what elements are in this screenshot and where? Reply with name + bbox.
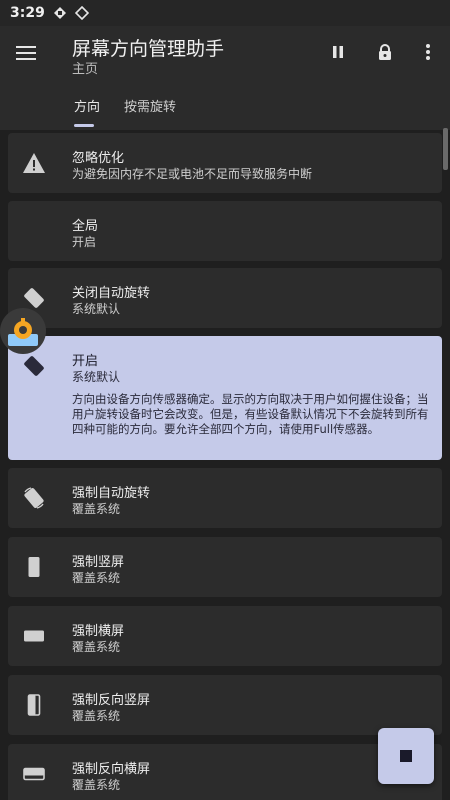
app-notification-icon bbox=[53, 6, 67, 20]
reverse-landscape-icon bbox=[20, 760, 48, 788]
app-bar: 屏幕方向管理助手 主页 方向 按需旋转 bbox=[0, 26, 450, 130]
item-title: 强制竖屏 bbox=[72, 555, 125, 570]
item-subtitle: 开启 bbox=[72, 235, 97, 249]
status-time: 3:29 bbox=[10, 5, 45, 21]
list-item-force-reverse-portrait[interactable]: 强制反向竖屏 覆盖系统 bbox=[8, 675, 442, 735]
item-subtitle: 覆盖系统 bbox=[72, 709, 121, 723]
item-subtitle: 系统默认 bbox=[72, 302, 121, 316]
stop-icon bbox=[400, 750, 412, 762]
list-item-force-portrait[interactable]: 强制竖屏 覆盖系统 bbox=[8, 537, 442, 597]
item-subtitle: 覆盖系统 bbox=[72, 502, 121, 516]
status-bar: 3:29 bbox=[0, 0, 450, 26]
list-item-force-reverse-landscape[interactable]: 强制反向横屏 覆盖系统 bbox=[8, 744, 442, 800]
landscape-icon bbox=[20, 622, 48, 650]
item-title: 关闭自动旋转 bbox=[72, 286, 151, 301]
item-title: 忽略优化 bbox=[72, 151, 125, 166]
list-item-force-auto-rotate[interactable]: 强制自动旋转 覆盖系统 bbox=[8, 468, 442, 528]
reverse-portrait-icon bbox=[20, 691, 48, 719]
item-subtitle: 覆盖系统 bbox=[72, 640, 121, 654]
item-title: 强制横屏 bbox=[72, 624, 125, 639]
list-item-rotate-off[interactable]: 关闭自动旋转 系统默认 bbox=[8, 268, 442, 328]
item-subtitle: 系统默认 bbox=[72, 370, 121, 384]
scrollbar[interactable] bbox=[443, 128, 448, 170]
force-rotate-icon bbox=[20, 484, 48, 512]
list-item-rotate-on[interactable]: 开启 系统默认 方向由设备方向传感器确定。显示的方向取决于用户如何握住设备；当用… bbox=[8, 336, 442, 460]
menu-icon[interactable] bbox=[16, 40, 42, 66]
page-title: 屏幕方向管理助手 bbox=[72, 38, 225, 60]
more-options-icon[interactable] bbox=[416, 40, 440, 64]
item-title: 全局 bbox=[72, 219, 99, 234]
item-description: 方向由设备方向传感器确定。显示的方向取决于用户如何握住设备；当用户旋转设备时它会… bbox=[72, 392, 429, 436]
rotate-on-icon bbox=[20, 352, 48, 380]
tab-bar: 方向 按需旋转 bbox=[0, 86, 450, 130]
item-title: 强制反向横屏 bbox=[72, 762, 151, 777]
pause-icon[interactable] bbox=[326, 40, 350, 64]
warning-icon bbox=[20, 149, 48, 177]
tab-on-demand-rotation[interactable]: 按需旋转 bbox=[124, 96, 176, 115]
item-subtitle: 覆盖系统 bbox=[72, 571, 121, 585]
list-item-force-landscape[interactable]: 强制横屏 覆盖系统 bbox=[8, 606, 442, 666]
floating-app-icon[interactable] bbox=[0, 308, 46, 354]
lock-icon[interactable] bbox=[373, 40, 397, 64]
diamond-notification-icon bbox=[74, 6, 89, 20]
tab-indicator bbox=[74, 124, 94, 127]
tab-orientation[interactable]: 方向 bbox=[74, 96, 100, 115]
list-item-global[interactable]: 全局 开启 bbox=[8, 201, 442, 261]
list-item-ignore-optimization[interactable]: 忽略优化 为避免因内存不足或电池不足而导致服务中断 bbox=[8, 133, 442, 193]
stop-button[interactable] bbox=[378, 728, 434, 784]
item-title: 强制反向竖屏 bbox=[72, 693, 151, 708]
item-subtitle: 覆盖系统 bbox=[72, 778, 121, 792]
portrait-icon bbox=[20, 553, 48, 581]
item-subtitle: 为避免因内存不足或电池不足而导致服务中断 bbox=[72, 167, 313, 181]
page-subtitle: 主页 bbox=[72, 62, 99, 77]
item-title: 强制自动旋转 bbox=[72, 486, 151, 501]
item-title: 开启 bbox=[72, 354, 99, 369]
